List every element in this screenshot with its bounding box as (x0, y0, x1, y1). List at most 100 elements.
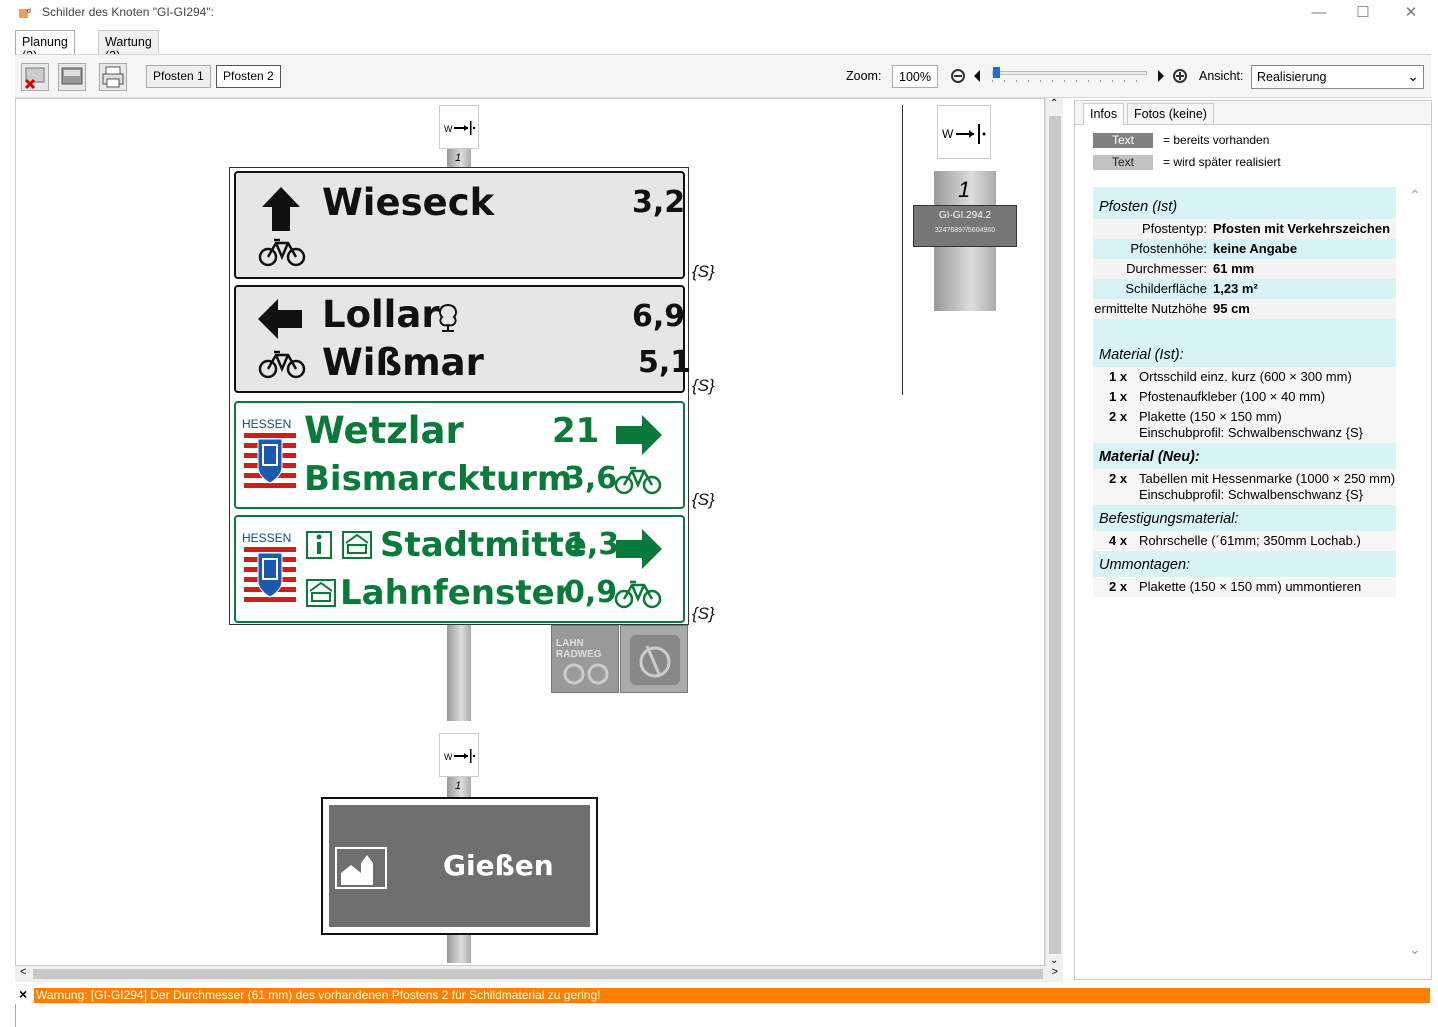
route-badge[interactable] (620, 625, 688, 693)
bicycle-icon (258, 238, 306, 267)
legend-desc-planned: = wird später realisiert (1163, 155, 1281, 169)
post-number: 1 (455, 152, 462, 164)
s-mark-3: {S} (692, 490, 715, 509)
legend-swatch-planned: Text (1093, 155, 1153, 170)
sign-canvas[interactable]: W 1 Wieseck 3,2 {S} Lollar 6,9 Wißmar 5,… (15, 98, 1045, 966)
post-id-plate[interactable]: GI-GI.294.2 32476897/5604960 (913, 205, 1017, 247)
sign-lollar[interactable]: Lollar 6,9 Wißmar 5,1 (234, 285, 691, 393)
bicycle-icon (614, 580, 662, 609)
material-neu-item: 2 x Tabellen mit Hessenmarke (1000 × 250 … (1093, 469, 1396, 505)
tab-planung[interactable]: Planung (2) (15, 30, 75, 63)
zoom-slider[interactable] (992, 67, 1147, 83)
s-mark-2: {S} (692, 376, 715, 395)
section-befestigung: Befestigungsmaterial: (1093, 505, 1396, 531)
info-icon (306, 531, 332, 559)
dist-wieseck: 3,2 (632, 185, 686, 220)
dist-lahnfenster: 0,9 (564, 575, 618, 610)
post-id-label: GI-GI.294.2 (938, 210, 992, 221)
bicycle-badge-icon (630, 635, 680, 685)
close-warning-icon[interactable]: × (19, 986, 27, 1002)
dist-wetzlar: 21 (552, 411, 600, 451)
dest-stadtmitte: Stadtmitte (380, 525, 587, 565)
scroll-left-icon[interactable]: < (20, 966, 26, 978)
arrow-right-icon (616, 415, 662, 455)
slider-right-icon[interactable] (1156, 69, 1166, 83)
warning-bar: Warnung: [GI-GI294] Der Durchmesser (61 … (34, 988, 1430, 1003)
town-name: Gießen (443, 849, 554, 882)
minimize-button[interactable]: — (1296, 2, 1342, 24)
sign-wieseck[interactable]: Wieseck 3,2 (234, 171, 685, 279)
row-nutzhoehe: ermittelte Nutzhöhe 95 cm (1093, 299, 1396, 319)
scroll-right-icon[interactable]: > (1052, 966, 1058, 978)
info-content: Pfosten (Ist) Pfostentyp: Pfosten mit Ver… (1093, 187, 1396, 597)
separator-line (902, 105, 903, 395)
post-middle (447, 625, 471, 721)
side-post-number: 1 (958, 177, 971, 202)
dist-stadtmitte: 1,3 (566, 527, 620, 562)
tab-wartung[interactable]: Wartung (2) (98, 30, 159, 63)
lahn-radweg-badge[interactable]: LAHN RADWEG (551, 625, 619, 693)
info-tabs: Infos Fotos (keine) (1075, 101, 1431, 125)
info-panel: Infos Fotos (keine) Text = bereits vorha… (1074, 100, 1432, 980)
dist-lollar: 6,9 (632, 299, 686, 334)
dist-wissmar: 5,1 (638, 345, 692, 380)
arrow-left-icon (258, 299, 302, 339)
close-button[interactable]: ✕ (1388, 2, 1434, 24)
hessen-label: HESSEN (242, 417, 292, 431)
row-durchmesser: Durchmesser: 61 mm (1093, 259, 1396, 279)
zoom-label: Zoom: (846, 69, 882, 83)
tab-fotos[interactable]: Fotos (keine) (1127, 103, 1214, 125)
sign-wetzlar[interactable]: HESSEN Wetzlar 21 Bismarckturm 3,6 (234, 401, 685, 509)
town-icon (335, 847, 387, 889)
town-sign[interactable]: Gießen (321, 797, 598, 935)
zoom-out-icon[interactable] (950, 68, 966, 84)
dest-bismarckturm: Bismarckturm (304, 459, 573, 499)
s-mark-4: {S} (692, 604, 715, 623)
svg-text:d: d (27, 8, 31, 15)
row-schilderflaeche: Schilderfläche 1,23 m² (1125, 281, 1258, 296)
material-ist-item: 1 x Pfostenaufkleber (100 × 40 mm) (1093, 387, 1396, 407)
section-material-ist: Material (Ist): (1093, 335, 1396, 367)
zoom-in-icon[interactable] (1172, 68, 1188, 84)
image-icon[interactable] (58, 63, 86, 91)
arrow-right-icon (616, 529, 662, 569)
section-material-neu: Material (Neu): (1093, 443, 1396, 469)
side-w-sticker: W (937, 105, 991, 159)
tree-icon (439, 303, 457, 332)
befestigung-item: 4 x Rohrschelle (´61mm; 350mm Lochab.) (1093, 531, 1396, 551)
dest-wissmar: Wißmar (322, 341, 484, 384)
zoom-input[interactable]: 100% (892, 65, 938, 88)
post-1-button[interactable]: Pfosten 1 (146, 65, 211, 88)
lower-post-number: 1 (455, 780, 462, 792)
rail-station-icon (342, 531, 372, 559)
scroll-down-icon[interactable]: ⌄ (1050, 955, 1058, 966)
hessen-crest-icon (244, 433, 296, 489)
dest-wieseck: Wieseck (322, 181, 495, 224)
canvas-vertical-scrollbar[interactable]: ⌃ ⌄ (1045, 98, 1063, 966)
title-bar: d Schilder des Knoten "GI-GI294": — ☐ ✕ (0, 0, 1438, 28)
rail-station-icon (306, 579, 336, 607)
material-ist-item: 1 x Ortsschild einz. kurz (600 × 300 mm) (1093, 367, 1396, 387)
tab-infos[interactable]: Infos (1083, 103, 1125, 125)
ummontagen-item: 2 x Plakette (150 × 150 mm) ummontieren (1093, 577, 1396, 597)
panel-scroll-up-icon[interactable]: ⌃ (1409, 187, 1421, 204)
scroll-up-icon[interactable]: ⌃ (1050, 98, 1058, 109)
bicycle-icon (563, 663, 609, 685)
svg-text:W: W (942, 127, 954, 141)
panel-scroll-down-icon[interactable]: ⌄ (1409, 941, 1421, 958)
row-pfostenhoehe: Pfostenhöhe: keine Angabe (1130, 241, 1298, 256)
chevron-down-icon: ⌄ (1407, 68, 1419, 84)
toolbar: Pfosten 1 Pfosten 2 Zoom: 100% Ansicht: … (15, 54, 1431, 98)
canvas-horizontal-scrollbar[interactable]: < > (15, 966, 1063, 982)
dest-lahnfenster: Lahnfenster (340, 573, 572, 613)
window-title: Schilder des Knoten "GI-GI294": (42, 5, 214, 19)
sign-stadtmitte[interactable]: HESSEN Stadtmitte 1,3 Lahnfenster 0,9 (234, 515, 685, 623)
maximize-button[interactable]: ☐ (1340, 2, 1386, 24)
view-select[interactable]: Realisierung ⌄ (1251, 65, 1424, 89)
post-2-button[interactable]: Pfosten 2 (216, 65, 281, 88)
slider-left-icon[interactable] (972, 69, 982, 83)
post-bottom (447, 935, 471, 963)
svg-text:W: W (444, 124, 453, 134)
print-icon[interactable] (99, 63, 127, 91)
delete-sign-icon[interactable] (21, 63, 49, 91)
